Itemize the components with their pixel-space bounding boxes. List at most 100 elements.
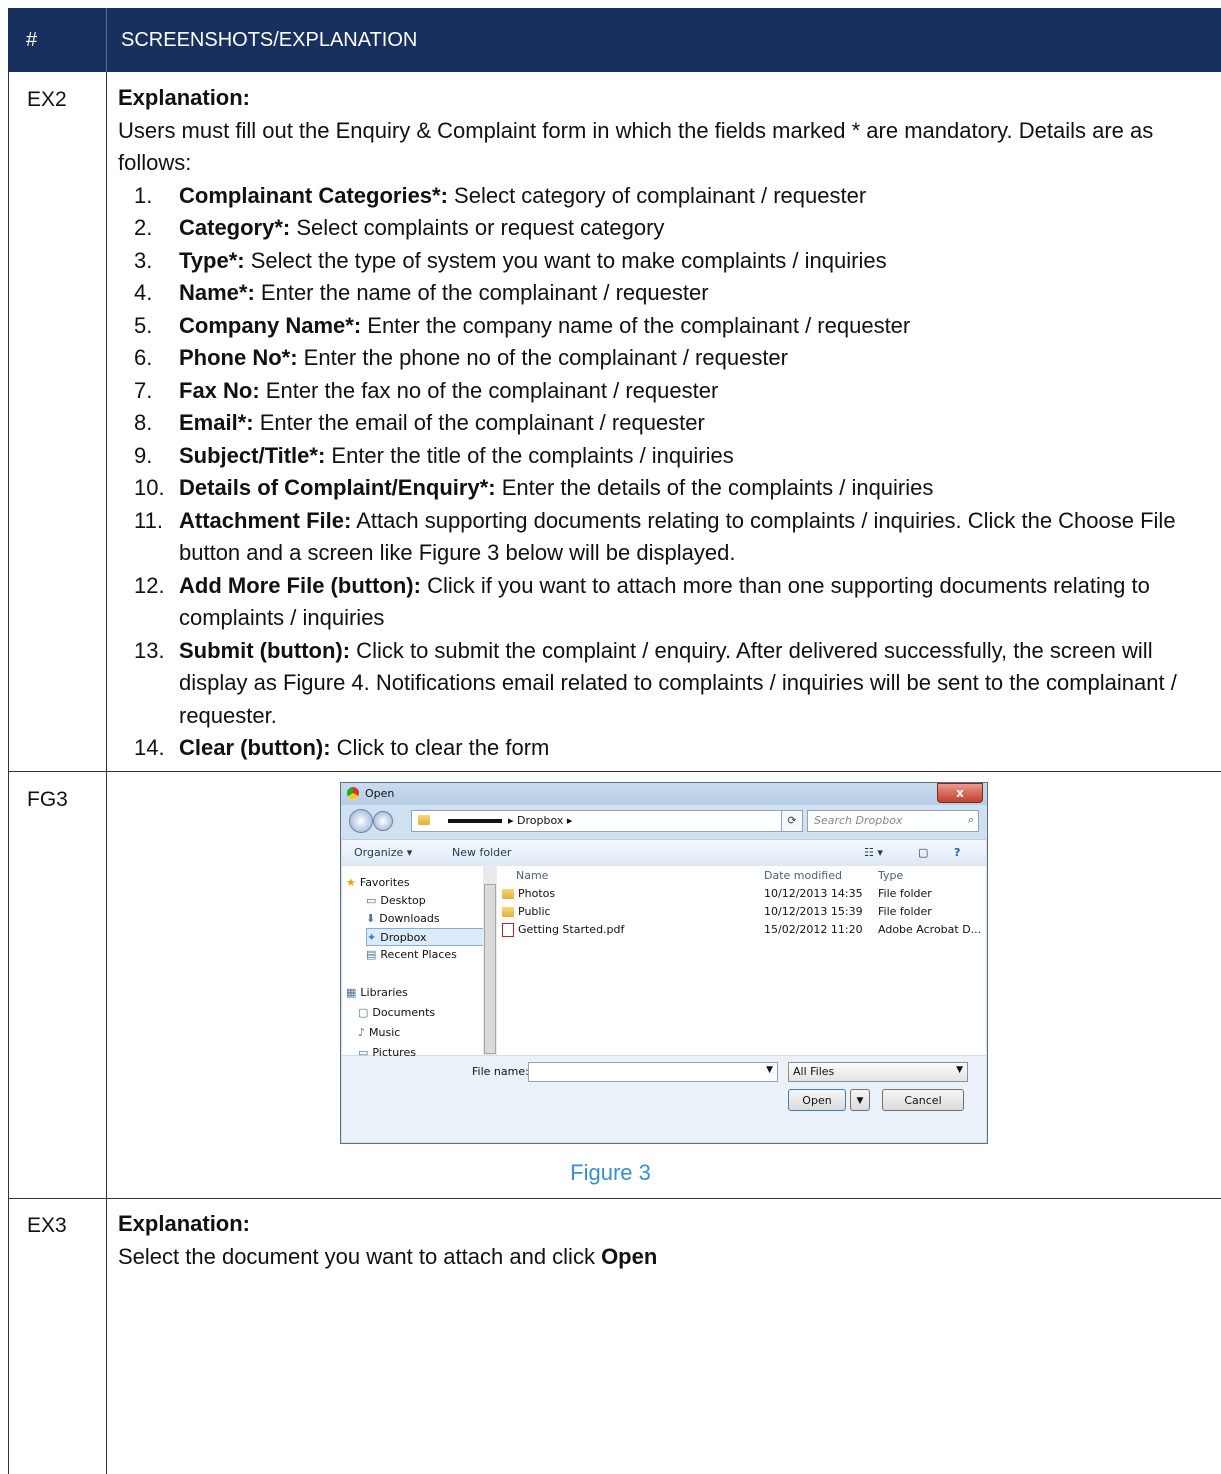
refresh-icon[interactable]: ⟳: [781, 810, 803, 832]
preview-pane-icon[interactable]: ▢: [918, 846, 928, 859]
ex3-text-bold: Open: [601, 1243, 658, 1269]
list-text: Enter the fax no of the complainant / re…: [259, 377, 719, 403]
ex2-content: Explanation: Users must fill out the Enq…: [118, 82, 1208, 765]
table-header: # SCREENSHOTS/EXPLANATION: [8, 8, 1221, 72]
chevron-down-icon[interactable]: ▼: [766, 1065, 773, 1075]
breadcrumb[interactable]: ▸ Dropbox ▸: [411, 810, 783, 832]
nav-item-label: Recent Places: [380, 948, 457, 961]
folder-icon: [418, 815, 430, 825]
list-term: Attachment File:: [179, 507, 352, 533]
nav-scrollbar[interactable]: [483, 866, 497, 1055]
file-date-text: 10/12/2013 14:35: [764, 887, 863, 900]
nav-item[interactable]: ▢ Documents: [358, 1004, 435, 1022]
list-number: 11.: [134, 507, 163, 533]
back-button[interactable]: [349, 809, 373, 833]
nav-item-label: Dropbox: [380, 931, 427, 944]
list-text: Enter the email of the complainant / req…: [253, 410, 705, 435]
view-options-icon[interactable]: ☷ ▾: [864, 846, 883, 859]
file-date[interactable]: 15/02/2012 11:20: [764, 922, 863, 938]
nav-item-label: Downloads: [379, 912, 440, 925]
file-name-label: File name:: [472, 1065, 529, 1078]
nav-item[interactable]: ▤ Recent Places: [366, 946, 457, 964]
list-item: 13. Submit (button): Click to submit the …: [118, 635, 1208, 733]
open-dropdown-button[interactable]: ▼: [850, 1089, 870, 1111]
file-name-input[interactable]: ▼: [528, 1062, 778, 1082]
nav-item[interactable]: ⬇ Downloads: [366, 910, 440, 928]
list-number: 2.: [134, 215, 153, 240]
recent-places-icon: ▤: [366, 948, 377, 961]
pdf-icon: [502, 923, 514, 937]
list-term: Details of Complaint/Enquiry*:: [179, 475, 496, 500]
file-name-text: Public: [518, 905, 551, 918]
list-number: 10.: [134, 475, 165, 500]
list-text: Select the type of system you want to ma…: [244, 247, 887, 273]
list-number: 14.: [134, 735, 165, 760]
folder-icon: [502, 889, 514, 899]
nav-item-label: Desktop: [380, 894, 426, 907]
list-number: 7.: [134, 377, 153, 403]
nav-item[interactable]: ♪ Music: [358, 1024, 400, 1042]
new-folder-button[interactable]: New folder: [452, 846, 511, 859]
list-text: Select complaints or request category: [290, 215, 665, 240]
open-button[interactable]: Open: [788, 1089, 846, 1111]
file-type-value: All Files: [793, 1065, 835, 1078]
navigation-tree: ★ Favorites ▭ Desktop ⬇ Downloads ✦ Dropbox ▤ Rec…: [342, 866, 494, 1117]
dropbox-icon: ✦: [367, 931, 377, 944]
file-name[interactable]: Photos: [502, 886, 555, 902]
nav-item[interactable]: ★ Favorites: [346, 874, 410, 892]
ex3-text: Select the document you want to attach a…: [118, 1241, 1208, 1274]
music-icon: ♪: [358, 1026, 366, 1039]
list-term: Name*:: [179, 280, 255, 305]
file-date-text: 15/02/2012 11:20: [764, 923, 863, 936]
list-text: Enter the details of the complaints / in…: [495, 475, 934, 500]
dialog-titlebar: Open x: [341, 783, 987, 805]
cancel-button[interactable]: Cancel: [882, 1089, 964, 1111]
desktop-icon: ▭: [366, 894, 377, 907]
file-type-text: File folder: [878, 887, 932, 900]
row-label-ex3: EX3: [27, 1214, 67, 1237]
nav-item-label: Music: [369, 1026, 401, 1039]
file-date[interactable]: 10/12/2013 15:39: [764, 904, 863, 920]
list-term: Clear (button):: [179, 735, 331, 760]
file-type[interactable]: File folder: [878, 886, 932, 902]
list-number: 8.: [134, 410, 153, 435]
column-header-date[interactable]: Date modified: [764, 869, 842, 882]
list-text: Click to clear the form: [330, 735, 550, 760]
header-title: SCREENSHOTS/EXPLANATION: [106, 8, 1221, 72]
file-type[interactable]: File folder: [878, 904, 932, 920]
organize-menu[interactable]: Organize ▾: [354, 846, 412, 859]
column-header-name[interactable]: Name: [516, 869, 548, 882]
search-input[interactable]: Search Dropbox ⌕: [807, 810, 979, 832]
list-item: 7. Fax No: Enter the fax no of the compla…: [118, 375, 1208, 408]
file-name-text: Photos: [518, 887, 556, 900]
nav-scrollbar-thumb[interactable]: [484, 884, 496, 1054]
help-icon[interactable]: ?: [954, 846, 960, 859]
nav-item[interactable]: ▭ Desktop: [366, 892, 426, 910]
search-placeholder: Search Dropbox: [814, 814, 903, 827]
file-date-text: 10/12/2013 15:39: [764, 905, 863, 918]
list-term: Subject/Title*:: [179, 442, 326, 468]
nav-item[interactable]: ✦ Dropbox: [366, 928, 494, 946]
libraries-icon: ▦: [346, 986, 357, 999]
folder-icon: [502, 907, 514, 917]
dialog-title: Open: [365, 787, 395, 800]
list-number: 6.: [134, 345, 153, 370]
breadcrumb-path: ▸ Dropbox ▸: [508, 814, 573, 827]
file-type-text: Adobe Acrobat D...: [878, 923, 982, 936]
file-type-select[interactable]: All Files ▼: [788, 1062, 968, 1082]
file-name[interactable]: Getting Started.pdf: [502, 922, 624, 938]
list-term: Submit (button):: [179, 637, 351, 663]
close-button[interactable]: x: [937, 783, 983, 803]
file-date[interactable]: 10/12/2013 14:35: [764, 886, 863, 902]
forward-button[interactable]: [373, 811, 393, 831]
chevron-down-icon: ▼: [956, 1065, 963, 1075]
ex2-heading: Explanation:: [118, 85, 251, 110]
list-item: 4. Name*: Enter the name of the complaina…: [118, 277, 1208, 310]
column-divider: [106, 72, 107, 1474]
file-name[interactable]: Public: [502, 904, 551, 920]
list-text: Enter the company name of the complainan…: [361, 312, 911, 338]
nav-item[interactable]: ▦ Libraries: [346, 984, 408, 1002]
column-header-type[interactable]: Type: [878, 869, 903, 882]
list-text: Enter the phone no of the complainant / …: [297, 345, 788, 370]
file-type[interactable]: Adobe Acrobat D...: [878, 922, 981, 938]
